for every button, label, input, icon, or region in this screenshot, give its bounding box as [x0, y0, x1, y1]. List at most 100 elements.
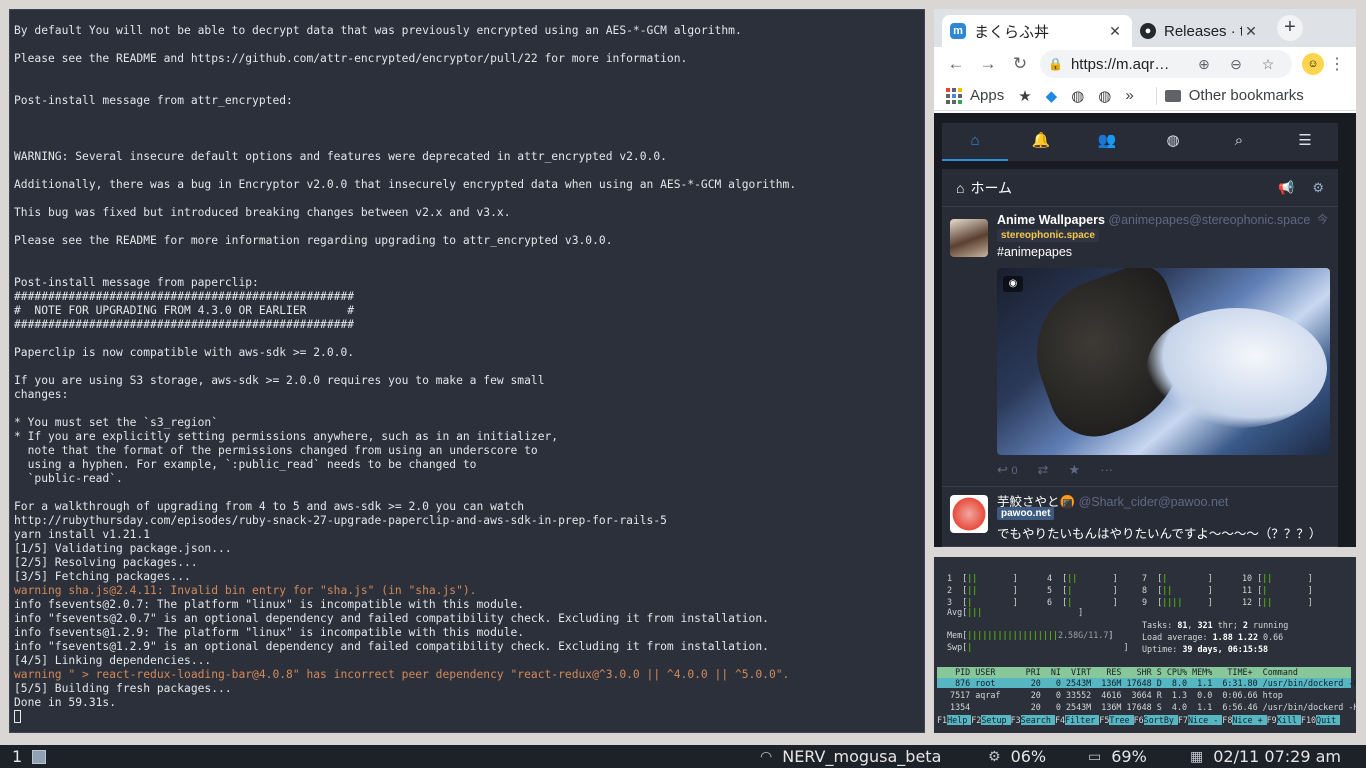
fkey-key[interactable]: F10 [1301, 715, 1316, 725]
mem-bar: |||||||||||||||||| [967, 630, 1058, 640]
fkey-label[interactable]: Search [1020, 715, 1055, 725]
apps-bookmark[interactable]: Apps [946, 87, 1004, 104]
media-attachment[interactable]: ◉ [997, 268, 1330, 455]
address-bar[interactable]: 🔒 https://m.aqr… ⊕ ⊖ ☆ [1040, 50, 1292, 78]
fkey-label[interactable]: Quit [1316, 715, 1341, 725]
url-text[interactable]: https://m.aqr… [1071, 56, 1188, 73]
fkey-key[interactable]: F7 [1178, 715, 1188, 725]
more-icon[interactable]: ··· [1100, 462, 1113, 478]
add-icon[interactable]: ⊕ [1188, 56, 1220, 73]
users-icon[interactable]: 👥 [1074, 123, 1140, 161]
new-tab-button[interactable]: + [1277, 15, 1303, 41]
globe-bookmark-icon[interactable]: ◍ [1071, 87, 1084, 105]
terminal-prompt-line[interactable] [14, 710, 796, 724]
bookmark-icon[interactable]: ◆ [1046, 87, 1058, 105]
zoom-icon[interactable]: ⊖ [1220, 56, 1252, 73]
home-icon[interactable]: ⌂ [942, 123, 1008, 161]
fkey-label[interactable]: Kill [1276, 715, 1301, 725]
back-icon[interactable]: ← [940, 54, 972, 74]
instance-label: pawoo.net [1001, 508, 1051, 519]
menu-icon[interactable]: ⋮ [1324, 54, 1350, 74]
cpu-number: 2 [947, 585, 953, 595]
terminal-line: [2/5] Resolving packages... [14, 556, 198, 569]
apps-label: Apps [970, 87, 1005, 104]
fkey-label[interactable]: Nice + [1232, 715, 1267, 725]
tab-mastodon[interactable]: m まくらふ丼 ✕ [942, 15, 1132, 47]
fkey-key[interactable]: F2 [971, 715, 981, 725]
terminal-line: By default You will not be able to decry… [14, 24, 742, 37]
column-header: ⌂ ホーム 📢 ⚙ [942, 169, 1338, 207]
fkey-label[interactable]: Help [947, 715, 972, 725]
search-icon[interactable]: ⌕ [1206, 123, 1272, 161]
boost-icon[interactable]: ⇄ [1038, 462, 1049, 478]
forward-icon[interactable]: → [972, 54, 1004, 74]
battery-status[interactable]: ▭ 69% [1088, 747, 1147, 766]
fkey-key[interactable]: F8 [1222, 715, 1232, 725]
tab-github-releases[interactable]: ● Releases · too ✕ [1132, 15, 1268, 47]
status-author[interactable]: Anime Wallpapers @animepapes@stereophoni… [997, 213, 1310, 227]
favourite-icon[interactable]: ★ [1068, 462, 1080, 478]
fkey-key[interactable]: F3 [1011, 715, 1021, 725]
fkey-label[interactable]: SortBy [1143, 715, 1178, 725]
cpu-bar: | [1162, 573, 1168, 583]
star-icon[interactable]: ☆ [1252, 56, 1284, 73]
status-content[interactable]: でもやりたいもんはやりたいんですよ〜〜〜〜（？？？） [997, 523, 1321, 542]
process-row[interactable]: 876 root 20 0 2543M 136M 17648 D 8.0 1.1… [937, 678, 1356, 688]
process-row[interactable]: 7517 aqraf 20 0 33552 4616 3664 R 1.3 0.… [937, 690, 1351, 700]
hide-media-icon[interactable]: ◉ [1003, 276, 1023, 292]
fkey-label[interactable]: Setup [981, 715, 1011, 725]
close-tab-icon[interactable]: ✕ [1106, 23, 1124, 40]
swp-meter: Swp[| ] [947, 642, 1129, 652]
announcements-icon[interactable]: 📢 [1278, 180, 1294, 196]
terminal-line: `public-read`. [14, 472, 123, 485]
cpu-status[interactable]: ⚙ 06% [988, 747, 1046, 766]
status-item[interactable]: 芋鮫さやと🍘 @Shark_cider@pawoo.net pawoo.net … [942, 487, 1338, 547]
load1: 1.88 [1212, 632, 1233, 642]
htop-window[interactable]: 1 [|| ] 2 [|| ] 3 [| ] 4 [|| ] 5 [| ] 6 [| ] 7… [934, 557, 1356, 733]
fkey-label[interactable]: Nice - [1188, 715, 1223, 725]
profile-avatar-icon[interactable]: ☺ [1302, 53, 1324, 75]
hamburger-icon[interactable]: ☰ [1272, 123, 1338, 161]
avg-bar: ||| [967, 607, 983, 617]
datetime-value: 02/11 07:29 am [1213, 747, 1342, 766]
terminal-window[interactable]: By default You will not be able to decry… [9, 9, 925, 733]
clock[interactable]: ▦ 02/11 07:29 am [1190, 747, 1341, 766]
column-title: ホーム [970, 179, 1013, 196]
close-tab-icon[interactable]: ✕ [1242, 23, 1260, 40]
cpu-meter: 10 [|| ] [1242, 573, 1313, 583]
bell-icon[interactable]: 🔔 [1008, 123, 1074, 161]
other-bookmarks[interactable]: Other bookmarks [1164, 87, 1304, 104]
bookmarks-overflow[interactable]: » [1125, 87, 1133, 104]
cpu-meter: 1 [|| ] [947, 573, 1018, 583]
fkey-key[interactable]: F1 [937, 715, 947, 725]
avatar[interactable] [950, 219, 988, 257]
process-row[interactable]: 1354 20 0 2543M 136M 17648 S 4.0 1.1 6:5… [937, 702, 1356, 712]
reply-button[interactable]: ↩ 0 [997, 462, 1018, 478]
star-bookmark-icon[interactable]: ★ [1018, 87, 1031, 105]
fkey-key[interactable]: F6 [1134, 715, 1144, 725]
wifi-status[interactable]: ◠ NERV_mogusa_beta [760, 747, 941, 766]
status-time[interactable]: 今 [1317, 211, 1328, 227]
globe-bookmark-icon[interactable]: ◍ [1098, 87, 1111, 105]
reload-icon[interactable]: ↻ [1004, 54, 1036, 74]
cpu-bar: || [1262, 573, 1273, 583]
fkey-key[interactable]: F5 [1099, 715, 1109, 725]
cpu-meter: 9 [|||| ] [1142, 597, 1213, 607]
avatar[interactable] [950, 495, 988, 533]
fkey-key[interactable]: F9 [1267, 715, 1277, 725]
workspace-indicator[interactable]: 1 [12, 747, 47, 766]
terminal-line: info fsevents@1.2.9: The platform "linux… [14, 626, 525, 639]
process-table-header[interactable]: PID USER PRI NI VIRT RES SHR S CPU% MEM%… [937, 667, 1351, 678]
fkey-label[interactable]: Filter [1065, 715, 1100, 725]
status-content[interactable]: #animepapes [997, 245, 1072, 259]
cpu-bar: || [967, 573, 978, 583]
fkey-key[interactable]: F4 [1055, 715, 1065, 725]
globe-icon[interactable]: ◍ [1140, 123, 1206, 161]
column-settings-icon[interactable]: ⚙ [1312, 180, 1324, 196]
fkey-label[interactable]: Tree [1109, 715, 1134, 725]
status-item[interactable]: Anime Wallpapers @animepapes@stereophoni… [942, 207, 1338, 487]
